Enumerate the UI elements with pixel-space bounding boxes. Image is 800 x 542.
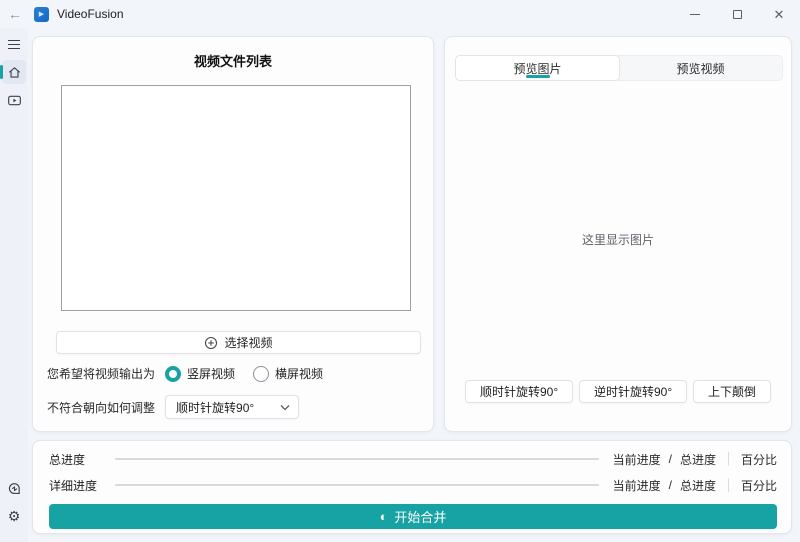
settings-button[interactable]: ⚙: [2, 504, 26, 528]
rotate-ccw-button[interactable]: 逆时针旋转90°: [578, 380, 688, 403]
video-list-panel: 视频文件列表 选择视频 您希望将视频输出为 竖屏视频 横屏视频 不符合朝向如何调…: [32, 36, 434, 432]
vertical-divider: [727, 478, 729, 492]
window-controls: ✕: [674, 0, 800, 28]
rotation-dropdown-value: 顺时针旋转90°: [176, 400, 255, 415]
preview-tabbar: 预览图片 预览视频: [455, 55, 783, 81]
detail-progress-label: 详细进度: [49, 478, 98, 493]
flip-vertical-button[interactable]: 上下颠倒: [692, 380, 771, 403]
select-video-label: 选择视频: [224, 336, 273, 350]
app-title: VideoFusion: [57, 7, 124, 21]
rotation-dropdown[interactable]: 顺时针旋转90°: [165, 395, 300, 419]
close-button[interactable]: ✕: [758, 0, 800, 28]
feedback-icon: [7, 481, 22, 496]
current-progress-text: 当前进度: [612, 452, 661, 467]
maximize-icon: [732, 9, 742, 19]
output-label: 您希望将视频输出为: [47, 367, 156, 381]
percent-text: 百分比: [740, 478, 777, 493]
menu-button[interactable]: [2, 32, 26, 56]
sidebar-item-video-library[interactable]: [2, 88, 26, 112]
left-sidebar: ⚙: [0, 28, 28, 542]
current-progress-text: 当前进度: [612, 478, 661, 493]
start-merge-label: 开始合并: [394, 510, 447, 525]
maximize-button[interactable]: [716, 0, 758, 28]
percent-text: 百分比: [740, 452, 777, 467]
rotate-buttons-row: 顺时针旋转90° 逆时针旋转90° 上下颠倒: [445, 380, 791, 403]
close-icon: ✕: [773, 6, 785, 22]
detail-progress-row: 详细进度 当前进度 / 总进度 百分比: [49, 475, 777, 495]
orientation-radio-group: 竖屏视频 横屏视频: [165, 365, 323, 382]
rotate-ccw-label: 逆时针旋转90°: [593, 385, 673, 399]
total-progress-bar: [115, 458, 599, 460]
rotate-cw-button[interactable]: 顺时针旋转90°: [465, 380, 574, 403]
preview-panel: 预览图片 预览视频 这里显示图片 顺时针旋转90° 逆时针旋转90° 上下颠倒: [444, 36, 792, 432]
video-file-listbox[interactable]: [61, 85, 411, 311]
flip-vertical-label: 上下颠倒: [707, 385, 756, 399]
start-merge-button[interactable]: ◐ 开始合并: [49, 504, 777, 529]
total-progress-values: 当前进度 / 总进度 百分比: [613, 451, 777, 468]
radio-selected-icon: [165, 365, 182, 382]
panel-title: 视频文件列表: [193, 54, 272, 69]
hamburger-icon: [8, 39, 20, 49]
total-progress-text: 总进度: [679, 478, 716, 493]
minimize-icon: [690, 13, 700, 15]
title-bar: ← ▶ VideoFusion ✕: [0, 0, 800, 28]
output-orientation-row: 您希望将视频输出为 竖屏视频 横屏视频: [47, 365, 323, 382]
tab-preview-video[interactable]: 预览视频: [619, 56, 782, 80]
radio-portrait-label: 竖屏视频: [187, 367, 236, 381]
total-progress-label: 总进度: [49, 452, 86, 467]
radio-landscape-label: 横屏视频: [275, 367, 324, 381]
app-logo-icon: ▶: [34, 6, 49, 22]
detail-progress-values: 当前进度 / 总进度 百分比: [613, 477, 777, 494]
tab-preview-video-label: 预览视频: [676, 61, 725, 76]
vertical-divider: [727, 452, 729, 466]
feedback-button[interactable]: [2, 476, 26, 500]
preview-placeholder-text: 这里显示图片: [581, 233, 654, 247]
progress-separator: /: [668, 478, 672, 492]
total-progress-text: 总进度: [679, 452, 716, 467]
progress-panel: 总进度 当前进度 / 总进度 百分比 详细进度 当前进度 / 总进度 百分比 ◐…: [32, 440, 792, 534]
total-progress-row: 总进度 当前进度 / 总进度 百分比: [49, 449, 777, 469]
tab-preview-image-label: 预览图片: [513, 61, 562, 76]
start-merge-icon: ◐: [379, 509, 388, 524]
circled-plus-icon: [204, 336, 218, 350]
detail-progress-bar: [115, 484, 599, 486]
rotate-cw-label: 顺时针旋转90°: [480, 385, 559, 399]
progress-separator: /: [668, 452, 672, 466]
sidebar-item-home[interactable]: [0, 60, 26, 84]
select-video-button[interactable]: 选择视频: [56, 331, 421, 354]
radio-landscape[interactable]: 横屏视频: [253, 365, 323, 382]
adjust-orientation-row: 不符合朝向如何调整 顺时针旋转90°: [47, 395, 300, 419]
sidebar-bottom-group: ⚙: [0, 472, 28, 532]
adjust-label: 不符合朝向如何调整: [47, 400, 156, 415]
back-arrow-icon[interactable]: ←: [0, 6, 30, 22]
home-icon: [7, 65, 22, 80]
video-library-icon: [7, 93, 22, 108]
chevron-down-icon: [280, 404, 290, 411]
radio-unselected-icon: [253, 365, 270, 382]
minimize-button[interactable]: [674, 0, 716, 28]
settings-gear-icon: ⚙: [7, 508, 21, 524]
active-tab-indicator: [525, 75, 550, 78]
radio-portrait[interactable]: 竖屏视频: [165, 365, 235, 382]
tab-preview-image[interactable]: 预览图片: [455, 55, 620, 81]
